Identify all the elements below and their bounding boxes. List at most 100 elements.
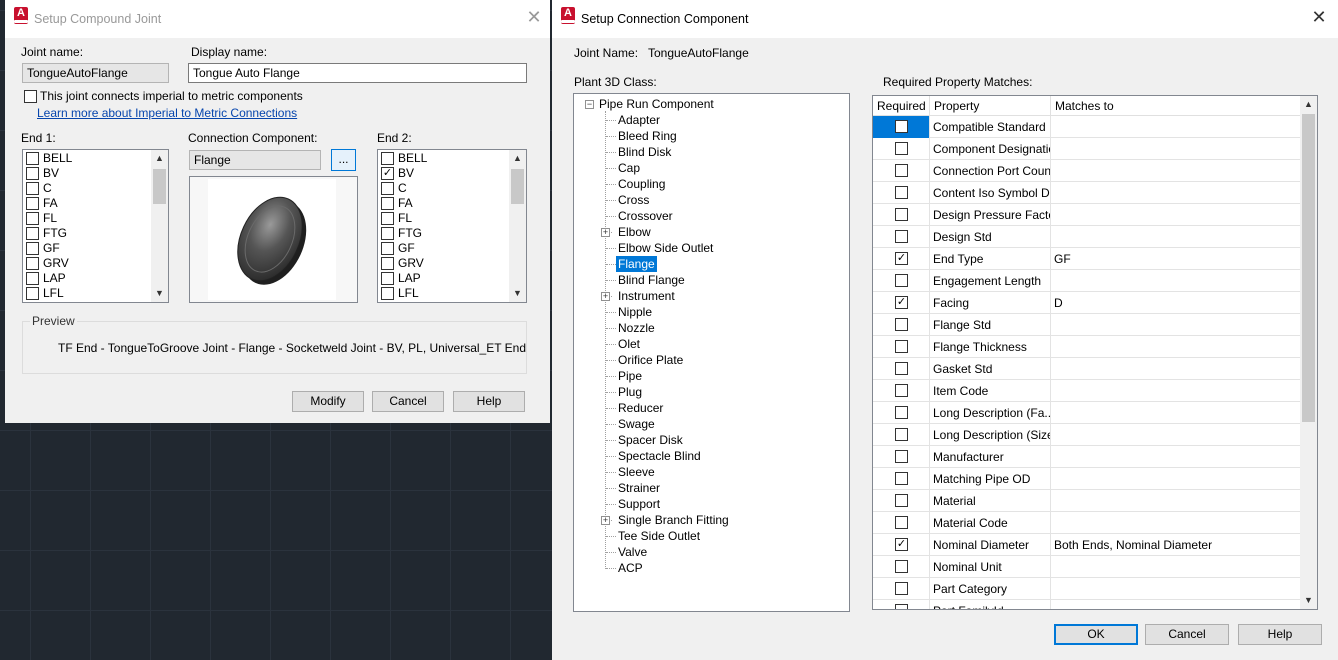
required-cell[interactable] — [873, 578, 930, 600]
column-header-required[interactable]: Required — [873, 96, 930, 116]
checkbox[interactable] — [381, 242, 394, 255]
matches-to-cell[interactable] — [1051, 578, 1300, 600]
list-item[interactable]: LAP — [380, 271, 510, 286]
matches-to-cell[interactable] — [1051, 226, 1300, 248]
matches-to-cell[interactable] — [1051, 138, 1300, 160]
end2-scrollbar[interactable]: ▲ ▼ — [509, 150, 526, 302]
checkbox[interactable] — [26, 242, 39, 255]
required-checkbox[interactable] — [895, 274, 908, 287]
tree-node[interactable]: Bleed Ring — [618, 128, 677, 144]
checkbox[interactable] — [381, 227, 394, 240]
required-checkbox[interactable] — [895, 318, 908, 331]
required-cell[interactable] — [873, 556, 930, 578]
column-header-matches-to[interactable]: Matches to — [1051, 96, 1300, 116]
scroll-up-icon[interactable]: ▲ — [1300, 96, 1317, 113]
checkbox[interactable] — [381, 272, 394, 285]
expand-icon[interactable]: + — [601, 292, 610, 301]
required-checkbox[interactable] — [895, 428, 908, 441]
list-item[interactable]: FTG — [380, 226, 510, 241]
tree-node[interactable]: Plug — [618, 384, 642, 400]
checkbox[interactable] — [26, 167, 39, 180]
column-header-property[interactable]: Property — [930, 96, 1051, 116]
checkbox[interactable] — [381, 182, 394, 195]
tree-node[interactable]: Blind Disk — [618, 144, 671, 160]
tree-node[interactable]: Valve — [618, 544, 647, 560]
table-row[interactable]: Material Code — [873, 512, 1300, 534]
table-row[interactable]: Part FamilyId — [873, 600, 1300, 609]
required-cell[interactable] — [873, 204, 930, 226]
required-checkbox[interactable] — [895, 494, 908, 507]
matches-to-cell[interactable]: D — [1051, 292, 1300, 314]
required-cell[interactable] — [873, 512, 930, 534]
checkbox[interactable] — [381, 197, 394, 210]
required-cell[interactable] — [873, 446, 930, 468]
list-item[interactable]: GRV — [25, 256, 155, 271]
grid-scrollbar[interactable]: ▲ ▼ — [1300, 96, 1317, 609]
scroll-thumb[interactable] — [1302, 114, 1315, 422]
tree-node[interactable]: Coupling — [618, 176, 665, 192]
tree-node[interactable]: Support — [618, 496, 660, 512]
table-row[interactable]: Compatible Standard — [873, 116, 1300, 138]
help-button[interactable]: Help — [453, 391, 525, 412]
required-cell[interactable] — [873, 402, 930, 424]
list-item[interactable]: LAP — [25, 271, 155, 286]
checkbox[interactable] — [26, 197, 39, 210]
required-cell[interactable] — [873, 600, 930, 609]
checkbox[interactable] — [26, 287, 39, 300]
checkbox[interactable]: ✓ — [381, 167, 394, 180]
required-cell[interactable] — [873, 226, 930, 248]
required-cell[interactable] — [873, 380, 930, 402]
table-row[interactable]: Flange Thickness — [873, 336, 1300, 358]
matches-to-cell[interactable] — [1051, 446, 1300, 468]
matches-to-cell[interactable] — [1051, 182, 1300, 204]
ok-button[interactable]: OK — [1054, 624, 1138, 645]
close-icon[interactable]: ✕ — [522, 5, 546, 29]
tree-node[interactable]: Spectacle Blind — [618, 448, 701, 464]
required-cell[interactable] — [873, 490, 930, 512]
scroll-up-icon[interactable]: ▲ — [151, 150, 168, 167]
scroll-thumb[interactable] — [511, 169, 524, 204]
list-item[interactable]: FL — [380, 211, 510, 226]
tree-node[interactable]: ACP — [618, 560, 643, 576]
checkbox[interactable] — [26, 227, 39, 240]
tree-node[interactable]: Strainer — [618, 480, 660, 496]
display-name-field[interactable]: Tongue Auto Flange — [188, 63, 527, 83]
table-row[interactable]: Item Code — [873, 380, 1300, 402]
required-checkbox[interactable] — [895, 230, 908, 243]
list-item[interactable]: C — [380, 181, 510, 196]
table-row[interactable]: Flange Std — [873, 314, 1300, 336]
required-checkbox[interactable] — [895, 582, 908, 595]
list-item[interactable]: ✓ BV — [380, 166, 510, 181]
required-cell[interactable]: ✓ — [873, 292, 930, 314]
matches-to-cell[interactable] — [1051, 314, 1300, 336]
matches-to-cell[interactable] — [1051, 116, 1300, 138]
tree-node[interactable]: Cap — [618, 160, 640, 176]
table-row[interactable]: Gasket Std — [873, 358, 1300, 380]
end1-listbox[interactable]: LFL LAP GRV GF FTG FL FA C BV BELL ▲ ▼ — [22, 149, 169, 303]
required-checkbox[interactable] — [895, 450, 908, 463]
required-checkbox[interactable] — [895, 340, 908, 353]
matches-to-cell[interactable] — [1051, 204, 1300, 226]
help-button[interactable]: Help — [1238, 624, 1322, 645]
checkbox[interactable] — [26, 257, 39, 270]
required-checkbox[interactable]: ✓ — [895, 538, 908, 551]
table-row[interactable]: ✓ End Type GF — [873, 248, 1300, 270]
tree-node[interactable]: Adapter — [618, 112, 660, 128]
table-row[interactable]: Long Description (Size) — [873, 424, 1300, 446]
tree-node[interactable]: Blind Flange — [618, 272, 685, 288]
matches-to-cell[interactable] — [1051, 160, 1300, 182]
browse-connection-button[interactable]: ... — [331, 149, 356, 171]
table-row[interactable]: Manufacturer — [873, 446, 1300, 468]
required-checkbox[interactable] — [895, 604, 908, 609]
matches-to-cell[interactable]: Both Ends, Nominal Diameter — [1051, 534, 1300, 556]
matches-to-cell[interactable] — [1051, 556, 1300, 578]
close-icon[interactable]: ✕ — [1307, 5, 1331, 29]
list-item[interactable]: GRV — [380, 256, 510, 271]
required-checkbox[interactable] — [895, 142, 908, 155]
required-checkbox[interactable]: ✓ — [895, 252, 908, 265]
required-cell[interactable] — [873, 270, 930, 292]
list-item[interactable]: BV — [25, 166, 155, 181]
scroll-down-icon[interactable]: ▼ — [509, 285, 526, 302]
scroll-down-icon[interactable]: ▼ — [1300, 592, 1317, 609]
required-cell[interactable] — [873, 336, 930, 358]
